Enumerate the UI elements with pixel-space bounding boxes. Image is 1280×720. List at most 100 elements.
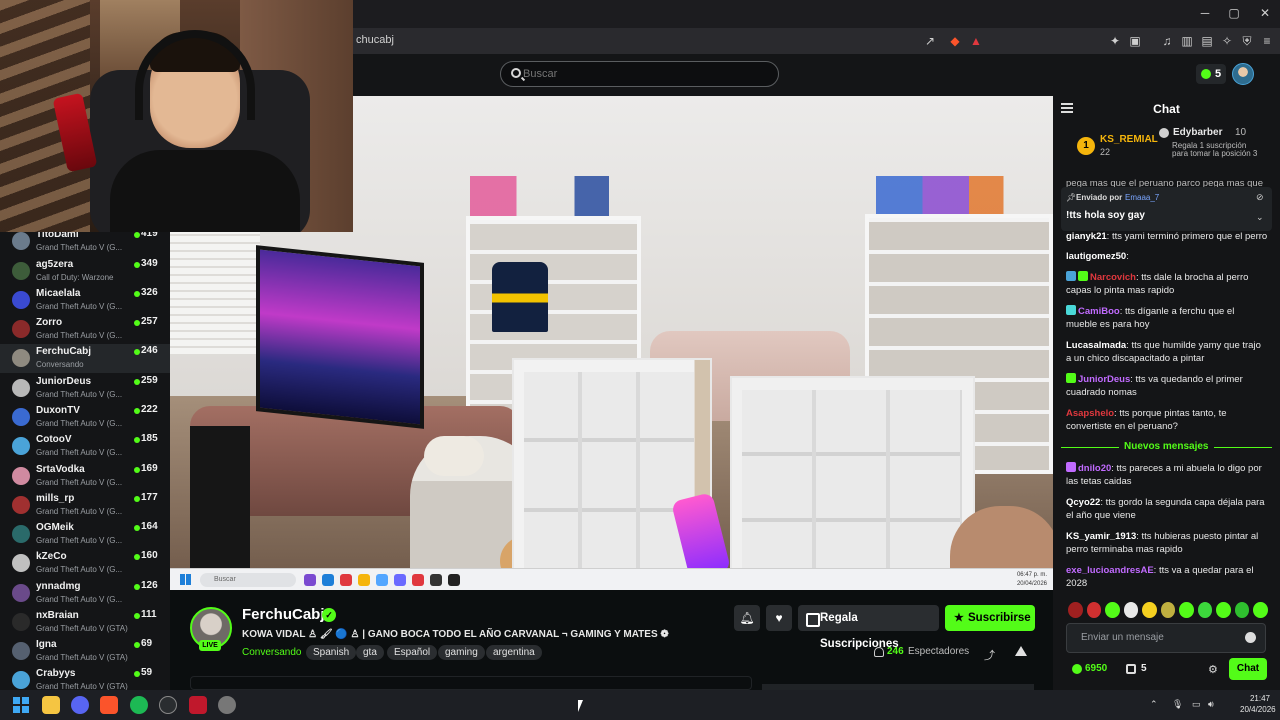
new-messages-label[interactable]: Nuevos mensajes xyxy=(1119,441,1214,452)
sidebar-channel[interactable]: Zorro Grand Theft Auto V (G... 257 xyxy=(0,315,170,344)
emote-icon[interactable] xyxy=(1086,602,1102,618)
brave-shields-icon[interactable]: ◆ xyxy=(947,33,963,49)
chat-username[interactable]: dnilo20 xyxy=(1078,463,1111,474)
emote-icon[interactable] xyxy=(1197,602,1213,618)
notify-bell-button[interactable]: 🔔︎ xyxy=(734,605,760,631)
brave-browser-icon[interactable] xyxy=(100,696,118,714)
category-link[interactable]: Conversando xyxy=(242,647,301,658)
chat-username[interactable]: exe_lucioandresAE xyxy=(1066,565,1154,576)
leaderboard-first-name[interactable]: KS_REMIAL xyxy=(1100,134,1158,145)
settings-app-icon[interactable] xyxy=(218,696,236,714)
browser-menu-icon[interactable]: ≡ xyxy=(1259,33,1275,49)
maximize-window-button[interactable]: ▢ xyxy=(1219,6,1249,20)
minimize-window-button[interactable]: ─ xyxy=(1190,6,1220,20)
sidebar-channel[interactable]: ynnadmg Grand Theft Auto V (G... 126 xyxy=(0,579,170,608)
emote-icon[interactable] xyxy=(1105,602,1120,618)
sidebar-channel[interactable]: OGMeik Grand Theft Auto V (G... 164 xyxy=(0,520,170,549)
tag-gta[interactable]: gta xyxy=(356,645,384,660)
share-page-icon[interactable]: ↗ xyxy=(922,33,938,49)
screenshot-icon[interactable]: ▣ xyxy=(1127,33,1143,49)
emote-icon[interactable] xyxy=(1142,602,1157,618)
notification-count: 5 xyxy=(1214,68,1222,80)
channel-viewers: 164 xyxy=(141,521,158,532)
leo-ai-icon[interactable]: ✧ xyxy=(1219,33,1235,49)
subscribe-button[interactable]: Suscribirse xyxy=(945,605,1035,631)
chat-send-button[interactable]: Chat xyxy=(1229,658,1267,680)
hide-pin-icon[interactable]: ⊘ xyxy=(1256,192,1264,203)
taskbar-clock[interactable]: 21:47 20/4/2026 xyxy=(1240,693,1276,715)
follow-button[interactable]: ♥ xyxy=(766,605,792,631)
emote-icon[interactable] xyxy=(1216,602,1231,618)
vpn-icon[interactable]: ⛨ xyxy=(1239,33,1255,49)
sidebar-channel[interactable]: ag5zera Call of Duty: Warzone 349 xyxy=(0,257,170,286)
channel-category: Grand Theft Auto V (G... xyxy=(36,536,123,545)
sidebar-channel[interactable]: Micaelala Grand Theft Auto V (G... 326 xyxy=(0,286,170,315)
emote-icon[interactable] xyxy=(1123,602,1139,618)
chat-message-input[interactable]: Enviar un mensaje xyxy=(1066,623,1266,653)
windows-start-icon[interactable] xyxy=(13,697,29,713)
leaderboard-second-name[interactable]: Edybarber xyxy=(1173,127,1222,138)
tag-spanish[interactable]: Spanish xyxy=(306,645,357,660)
media-icon[interactable]: ♫ xyxy=(1159,33,1175,49)
sidebar-toggle-icon[interactable]: ▥ xyxy=(1179,33,1195,49)
volume-icon[interactable]: 🔊︎ xyxy=(1208,699,1214,710)
emote-icon[interactable] xyxy=(1234,602,1250,618)
spotify-icon[interactable] xyxy=(130,696,148,714)
channel-points-value[interactable]: 6950 xyxy=(1085,663,1107,674)
sidebar-channel[interactable]: Igna Grand Theft Auto V (GTA) 69 xyxy=(0,637,170,666)
url-text[interactable]: chucabj xyxy=(356,34,394,46)
sidebar-channel[interactable]: nxBraian Grand Theft Auto V (GTA) 111 xyxy=(0,608,170,637)
file-explorer-icon[interactable] xyxy=(42,696,60,714)
streamer-name[interactable]: FerchuCabj xyxy=(242,606,325,623)
pinned-text: !tts hola soy gay xyxy=(1066,210,1145,221)
sidebar-channel[interactable]: DuxonTV Grand Theft Auto V (G... 222 xyxy=(0,403,170,432)
chat-username[interactable]: KS_yamir_1913 xyxy=(1066,531,1136,542)
sidebar-channel[interactable]: FerchuCabj Conversando 246 xyxy=(0,344,170,373)
search-input[interactable] xyxy=(523,62,665,86)
brave-rewards-icon[interactable]: ▲ xyxy=(968,33,984,49)
emote-icon[interactable] xyxy=(1179,602,1194,618)
sidebar-channel[interactable]: kZeCo Grand Theft Auto V (G... 160 xyxy=(0,549,170,578)
emote-icon[interactable] xyxy=(1068,602,1083,618)
adobe-app-icon[interactable] xyxy=(189,696,207,714)
close-window-button[interactable]: ✕ xyxy=(1250,6,1280,20)
discord-icon[interactable] xyxy=(71,696,89,714)
sidebar-channel[interactable]: SrtaVodka Grand Theft Auto V (G... 169 xyxy=(0,462,170,491)
sidebar-channel[interactable]: TitoDami Grand Theft Auto V (G... 419 xyxy=(0,232,170,256)
report-icon[interactable] xyxy=(1015,646,1027,656)
chat-badge-icon xyxy=(1066,305,1076,315)
chat-username[interactable]: JuniorDeus xyxy=(1078,374,1130,385)
chat-settings-icon[interactable]: ⚙ xyxy=(1208,663,1218,676)
obs-icon[interactable] xyxy=(159,696,177,714)
chest-count[interactable]: 5 xyxy=(1141,663,1147,674)
sidebar-channel[interactable]: mills_rp Grand Theft Auto V (G... 177 xyxy=(0,491,170,520)
chat-username[interactable]: Narcovich xyxy=(1090,272,1136,283)
wallet-icon[interactable]: ▤ xyxy=(1199,33,1215,49)
tag-espanol[interactable]: Español xyxy=(387,645,438,660)
share-icon[interactable]: ⤴ xyxy=(984,647,995,663)
notifications-button[interactable]: 5 xyxy=(1196,64,1226,84)
pinned-user[interactable]: Emaaa_7 xyxy=(1125,193,1159,202)
chat-username[interactable]: Lucasalmada xyxy=(1066,340,1126,351)
gift-subs-button[interactable]: Regala Suscripciones xyxy=(798,605,939,650)
chat-username[interactable]: gianyk21 xyxy=(1066,231,1107,242)
sidebar-channel[interactable]: JuniorDeus Grand Theft Auto V (G... 259 xyxy=(0,374,170,403)
microphone-icon[interactable]: 🎙︎ xyxy=(1172,699,1183,710)
tray-chevron-icon[interactable]: ⌃ xyxy=(1150,699,1158,710)
emote-icon[interactable] xyxy=(1253,602,1269,618)
chat-username[interactable]: lautigomez50 xyxy=(1066,251,1126,262)
chat-username[interactable]: Qcyo22 xyxy=(1066,497,1100,508)
extensions-icon[interactable]: ✦ xyxy=(1107,33,1123,49)
sidebar-channel[interactable]: CotooV Grand Theft Auto V (G... 185 xyxy=(0,432,170,461)
emote-icon[interactable] xyxy=(1160,602,1176,618)
user-avatar[interactable] xyxy=(1232,63,1254,85)
chat-username[interactable]: Asapshelo xyxy=(1066,408,1114,419)
tag-gaming[interactable]: gaming xyxy=(438,645,485,660)
tag-argentina[interactable]: argentina xyxy=(486,645,542,660)
network-icon[interactable]: ▭ xyxy=(1192,699,1201,710)
search-bar[interactable] xyxy=(500,61,779,87)
expand-pin-icon[interactable]: ⌄ xyxy=(1256,212,1264,223)
sidebar-channel[interactable]: Crabyys Grand Theft Auto V (GTA) 59 xyxy=(0,666,170,690)
chat-username[interactable]: CamiBoo xyxy=(1078,306,1120,317)
emoji-picker-icon[interactable] xyxy=(1245,632,1256,643)
